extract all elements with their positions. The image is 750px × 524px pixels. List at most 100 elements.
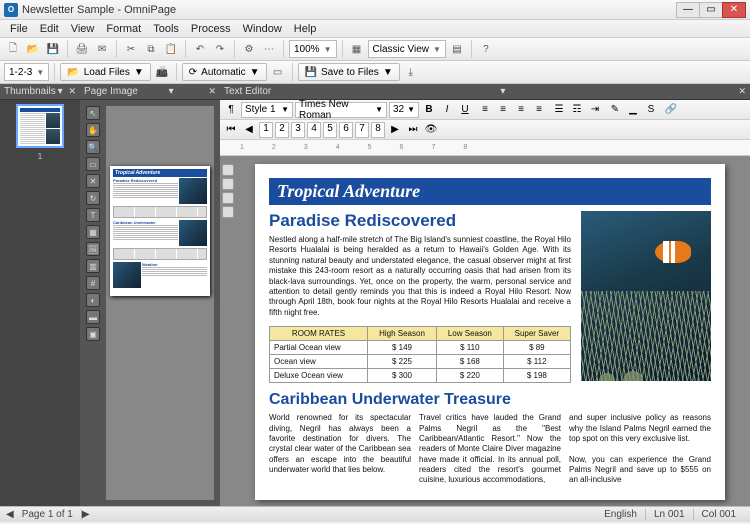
pin-icon[interactable]: ▾ <box>169 86 174 97</box>
menu-process[interactable]: Process <box>185 23 237 35</box>
page-thumbnail-1[interactable] <box>16 104 64 148</box>
align-center-icon[interactable]: ≡ <box>495 102 511 118</box>
strikeout-icon[interactable]: S <box>643 102 659 118</box>
nav-6[interactable]: 6 <box>339 122 353 138</box>
form-zone-icon[interactable]: ▥ <box>86 259 100 273</box>
zone-icon[interactable]: ▭ <box>269 63 287 81</box>
layout-icon[interactable]: ▦ <box>348 40 366 58</box>
heading-paradise[interactable]: Paradise Rediscovered <box>269 211 571 231</box>
numbering-icon[interactable]: ☶ <box>569 102 585 118</box>
clownfish-image[interactable] <box>581 211 711 381</box>
rates-table[interactable]: ROOM RATES High Season Low Season Super … <box>269 326 571 383</box>
fill-icon[interactable]: ▬ <box>86 310 100 324</box>
new-icon[interactable]: 🗋 <box>4 40 22 58</box>
bold-icon[interactable]: B <box>421 102 437 118</box>
delete-icon[interactable]: ✕ <box>86 174 100 188</box>
status-next-icon[interactable]: ▶ <box>82 509 90 520</box>
hand-icon[interactable]: ✋ <box>86 123 100 137</box>
load-files-button[interactable]: 📂 Load Files ▼ <box>60 63 151 81</box>
bg-icon[interactable]: ◐ <box>86 293 100 307</box>
menu-file[interactable]: File <box>4 23 34 35</box>
last-icon[interactable]: ⏭ <box>405 122 421 138</box>
column-1[interactable]: World renowned for its spectacular divin… <box>269 413 411 486</box>
underline-icon[interactable]: U <box>457 102 473 118</box>
rotate-icon[interactable]: ↻ <box>86 191 100 205</box>
italic-icon[interactable]: I <box>439 102 455 118</box>
align-justify-icon[interactable]: ≡ <box>531 102 547 118</box>
order-icon[interactable]: # <box>86 276 100 290</box>
next-icon[interactable]: ▶ <box>387 122 403 138</box>
scan-icon[interactable]: 📠 <box>153 63 171 81</box>
save-icon[interactable]: 💾 <box>44 40 62 58</box>
heading-caribbean[interactable]: Caribbean Underwater Treasure <box>269 391 711 409</box>
zoom-icon[interactable]: 🔍 <box>86 140 100 154</box>
status-prev-icon[interactable]: ◀ <box>6 509 14 520</box>
document-page[interactable]: Tropical Adventure Paradise Rediscovered… <box>255 164 725 500</box>
view2-icon[interactable] <box>222 178 234 190</box>
undo-icon[interactable]: ↶ <box>191 40 209 58</box>
view4-icon[interactable] <box>222 206 234 218</box>
horizontal-ruler[interactable]: 12345678 <box>220 140 750 156</box>
align-left-icon[interactable]: ≡ <box>477 102 493 118</box>
menu-tools[interactable]: Tools <box>147 23 185 35</box>
image-icon[interactable]: ▣ <box>86 327 100 341</box>
minimize-button[interactable]: — <box>676 2 700 18</box>
text-zone-icon[interactable]: T <box>86 208 100 222</box>
open-icon[interactable]: 📂 <box>24 40 42 58</box>
menu-edit[interactable]: Edit <box>34 23 65 35</box>
workflow-icon[interactable]: ⋯ <box>260 40 278 58</box>
cut-icon[interactable]: ✂ <box>122 40 140 58</box>
first-icon[interactable]: ⏮ <box>223 122 239 138</box>
highlight-icon[interactable]: ▁ <box>625 102 641 118</box>
nav-7[interactable]: 7 <box>355 122 369 138</box>
panel-icon[interactable]: ▤ <box>448 40 466 58</box>
link-icon[interactable]: 🔗 <box>663 102 679 118</box>
redo-icon[interactable]: ↷ <box>211 40 229 58</box>
maximize-button[interactable]: ▭ <box>699 2 723 18</box>
print-icon[interactable]: 🖨 <box>73 40 91 58</box>
menu-window[interactable]: Window <box>237 23 288 35</box>
help-icon[interactable]: ? <box>477 40 495 58</box>
close-icon[interactable]: ✕ <box>208 86 216 97</box>
column-2[interactable]: Travel critics have lauded the Grand Pal… <box>419 413 561 486</box>
nav-3[interactable]: 3 <box>291 122 305 138</box>
view3-icon[interactable] <box>222 192 234 204</box>
bullets-icon[interactable]: ☰ <box>551 102 567 118</box>
mail-icon[interactable]: ✉ <box>93 40 111 58</box>
copy-icon[interactable]: ⧉ <box>142 40 160 58</box>
zoom-combo[interactable]: 100%▼ <box>289 40 337 58</box>
select-icon[interactable]: ▭ <box>86 157 100 171</box>
headline[interactable]: Tropical Adventure <box>269 178 711 205</box>
menu-format[interactable]: Format <box>100 23 147 35</box>
table-zone-icon[interactable]: ▦ <box>86 225 100 239</box>
options-icon[interactable]: ⚙ <box>240 40 258 58</box>
pin-icon[interactable]: ▾ <box>58 86 63 97</box>
menu-help[interactable]: Help <box>288 23 323 35</box>
step-combo[interactable]: 1-2-3 ▼ <box>4 63 49 81</box>
column-3[interactable]: and super inclusive policy as reasons wh… <box>569 413 711 486</box>
save-to-files-button[interactable]: 💾 Save to Files ▼ <box>298 63 400 81</box>
graphic-zone-icon[interactable]: 🖼 <box>86 242 100 256</box>
menu-view[interactable]: View <box>65 23 101 35</box>
nav-1[interactable]: 1 <box>259 122 273 138</box>
paste-icon[interactable]: 📋 <box>162 40 180 58</box>
nav-8[interactable]: 8 <box>371 122 385 138</box>
prev-icon[interactable]: ◀ <box>241 122 257 138</box>
page-preview[interactable]: Tropical Adventure Paradise Rediscovered… <box>106 106 214 500</box>
style-combo[interactable]: Style 1▼ <box>241 102 293 118</box>
close-icon[interactable]: ✕ <box>738 86 746 97</box>
nav-5[interactable]: 5 <box>323 122 337 138</box>
pin-icon[interactable]: ▾ <box>500 86 505 97</box>
close-button[interactable]: ✕ <box>722 2 746 18</box>
indent-icon[interactable]: ⇥ <box>587 102 603 118</box>
marker-icon[interactable]: ✎ <box>607 102 623 118</box>
view1-icon[interactable] <box>222 164 234 176</box>
align-right-icon[interactable]: ≡ <box>513 102 529 118</box>
export-icon[interactable]: ⤓ <box>402 63 420 81</box>
view-combo[interactable]: Classic View▼ <box>368 40 446 58</box>
pointer-icon[interactable]: ↖ <box>86 106 100 120</box>
font-combo[interactable]: Times New Roman▼ <box>295 102 387 118</box>
automatic-button[interactable]: ⟳ Automatic ▼ <box>182 63 267 81</box>
show-icon[interactable]: 👁 <box>423 122 439 138</box>
para-icon[interactable]: ¶ <box>223 102 239 118</box>
